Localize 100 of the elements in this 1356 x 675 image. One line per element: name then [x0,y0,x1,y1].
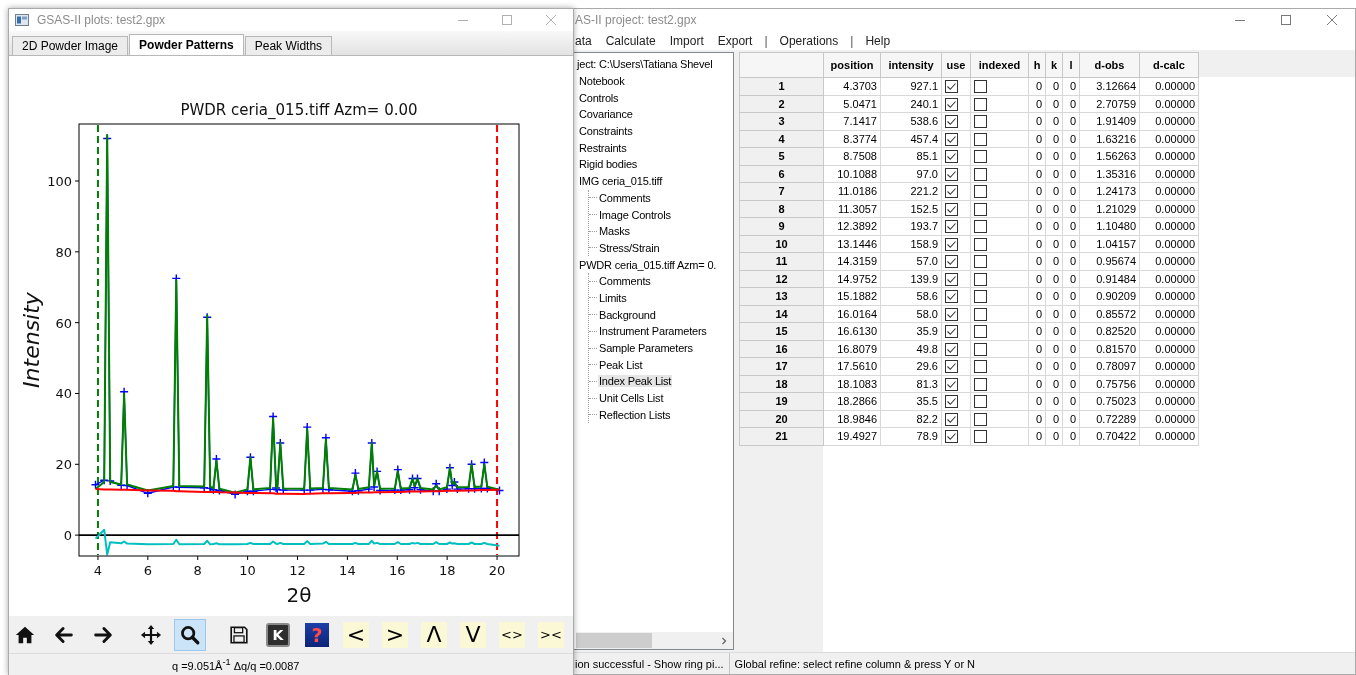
checkbox[interactable] [974,412,987,426]
data-point [230,489,240,500]
checkbox[interactable] [974,167,987,181]
toolbar-button[interactable]: Λ [421,621,447,648]
checkbox[interactable] [974,377,987,391]
checkbox[interactable] [945,360,958,374]
checkbox[interactable] [974,325,987,339]
status-text: q =9.051Å$^{-1}$ Δq/q =0.0087 [172,657,300,672]
tree-item[interactable]: Reflection Lists [598,408,672,421]
checkbox[interactable] [974,360,987,374]
checkbox[interactable] [974,220,987,234]
checkbox[interactable] [974,115,987,129]
table-cell: 0 [1062,410,1080,428]
column-header[interactable]: d-obs [1079,52,1140,78]
menu-item[interactable]: Calculate [605,33,656,48]
tree-item[interactable]: IMG ceria_015.tiff [578,175,663,188]
checkbox[interactable] [945,80,958,94]
table-cell: 0 [1028,112,1046,130]
checkbox[interactable] [974,272,987,286]
tick-mark [396,555,398,561]
checkbox[interactable] [945,342,958,356]
toolbar-button[interactable]: > [382,621,408,648]
checkbox[interactable] [945,395,958,409]
checkbox[interactable] [945,185,958,199]
checkbox[interactable] [945,132,958,146]
menu-item[interactable]: Export [717,33,753,48]
tree-item[interactable]: Controls [578,91,620,104]
checkbox[interactable] [974,430,987,444]
checkbox[interactable] [974,290,987,304]
menu-item[interactable]: ata [575,33,592,48]
tree-item[interactable]: Index Peak List [598,375,673,388]
tree-item[interactable]: Sample Parameters [598,342,694,355]
checkbox[interactable] [974,202,987,216]
tree-item[interactable]: Restraints [578,141,628,154]
checkbox[interactable] [974,80,987,94]
checkbox[interactable] [945,412,958,426]
tab[interactable]: 2D Powder Image [12,36,129,55]
tree-item[interactable]: Limits [598,291,628,304]
checkbox[interactable] [945,325,958,339]
checkbox[interactable] [974,132,987,146]
checkbox[interactable] [945,202,958,216]
tree-item[interactable]: ject: C:\Users\Tatiana Shevel [576,58,714,71]
tab[interactable]: Powder Patterns [129,34,244,55]
column-header[interactable]: d-calc [1139,52,1199,78]
menu-item[interactable]: Help [865,33,891,48]
tree-item[interactable]: Rigid bodies [578,158,639,171]
checkbox[interactable] [974,342,987,356]
tree-item[interactable]: Instrument Parameters [598,325,708,338]
checkbox[interactable] [974,150,987,164]
checkbox[interactable] [974,237,987,251]
tree-item[interactable]: Stress/Strain [598,241,661,254]
toolbar-button[interactable]: < [343,621,369,648]
tree-item[interactable]: Masks [598,225,631,238]
maximize-icon[interactable] [1280,14,1292,26]
checkbox[interactable] [945,377,958,391]
checkbox[interactable] [974,97,987,111]
checkbox[interactable] [945,272,958,286]
tab[interactable]: Peak Widths [244,36,333,55]
toolbar-button[interactable]: >< [538,621,564,648]
tree-item[interactable]: PWDR ceria_015.tiff Azm= 0. [578,258,718,271]
checkbox[interactable] [945,430,958,444]
menu-item[interactable]: Import [669,33,704,48]
checkbox[interactable] [945,307,958,321]
column-header[interactable]: intensity [880,52,942,78]
tree-item[interactable]: Notebook [578,75,626,88]
toolbar-button[interactable]: V [460,621,486,648]
checkbox[interactable] [974,185,987,199]
tree-item[interactable]: Constraints [578,125,634,138]
tree-item[interactable]: Comments [598,275,652,288]
checkbox[interactable] [974,255,987,269]
checkbox[interactable] [945,167,958,181]
column-header[interactable]: use [941,52,971,78]
tick-mark [346,555,348,561]
menu-item[interactable]: Operations [779,33,839,48]
tree-item[interactable]: Covariance [578,108,634,121]
tree-item[interactable]: Image Controls [598,208,672,221]
tick-mark [197,555,199,561]
close-icon[interactable] [1326,14,1338,26]
tree-item[interactable]: Unit Cells List [598,392,665,405]
column-header[interactable]: position [823,52,881,78]
checkbox[interactable] [945,220,958,234]
column-header[interactable]: indexed [970,52,1029,78]
checkbox[interactable] [945,115,958,129]
tree-item[interactable]: Background [598,308,657,321]
checkbox[interactable] [974,307,987,321]
checkbox[interactable] [945,290,958,304]
table-cell: 0 [1028,270,1046,288]
checkbox[interactable] [945,237,958,251]
scrollbar-thumb[interactable] [576,633,652,648]
scroll-right-icon[interactable] [720,636,728,645]
checkbox[interactable] [974,395,987,409]
toolbar-button[interactable]: <> [499,621,525,648]
letter-button[interactable]: K [266,622,290,647]
checkbox[interactable] [945,150,958,164]
zoom-button[interactable] [174,618,206,651]
checkbox[interactable] [945,97,958,111]
tree-item[interactable]: Comments [598,191,652,204]
checkbox[interactable] [945,255,958,269]
tree-item[interactable]: Peak List [598,358,644,371]
table-cell: 0 [1062,130,1080,148]
